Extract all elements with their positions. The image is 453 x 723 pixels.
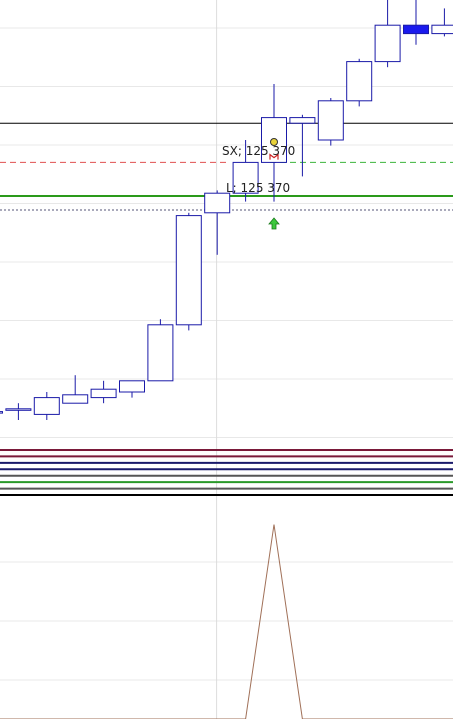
candle-body[interactable]	[403, 24, 429, 35]
candle-body[interactable]	[431, 24, 453, 35]
candle-body[interactable]	[317, 100, 344, 141]
trade-annotation-short-exit: SX; 125 370	[222, 144, 295, 158]
chart-background	[0, 0, 453, 719]
candle-body[interactable]	[147, 324, 174, 382]
candle-body[interactable]	[33, 397, 60, 415]
candle-body[interactable]	[62, 394, 89, 404]
candle-body[interactable]	[204, 192, 231, 214]
candle-body[interactable]	[119, 380, 145, 393]
trade-annotation-long-entry: L; 125 370	[226, 181, 290, 195]
chart-container[interactable]: SX; 125 370 L; 125 370	[0, 0, 453, 720]
candle-body[interactable]	[289, 117, 316, 124]
candle-body[interactable]	[346, 61, 373, 102]
candle-body[interactable]	[90, 388, 117, 399]
candle-body[interactable]	[5, 408, 32, 411]
candle-body[interactable]	[175, 215, 202, 326]
candle-body[interactable]	[374, 24, 401, 63]
trading-chart[interactable]: SX; 125 370 L; 125 370	[0, 0, 453, 720]
candle-body[interactable]	[0, 411, 3, 414]
